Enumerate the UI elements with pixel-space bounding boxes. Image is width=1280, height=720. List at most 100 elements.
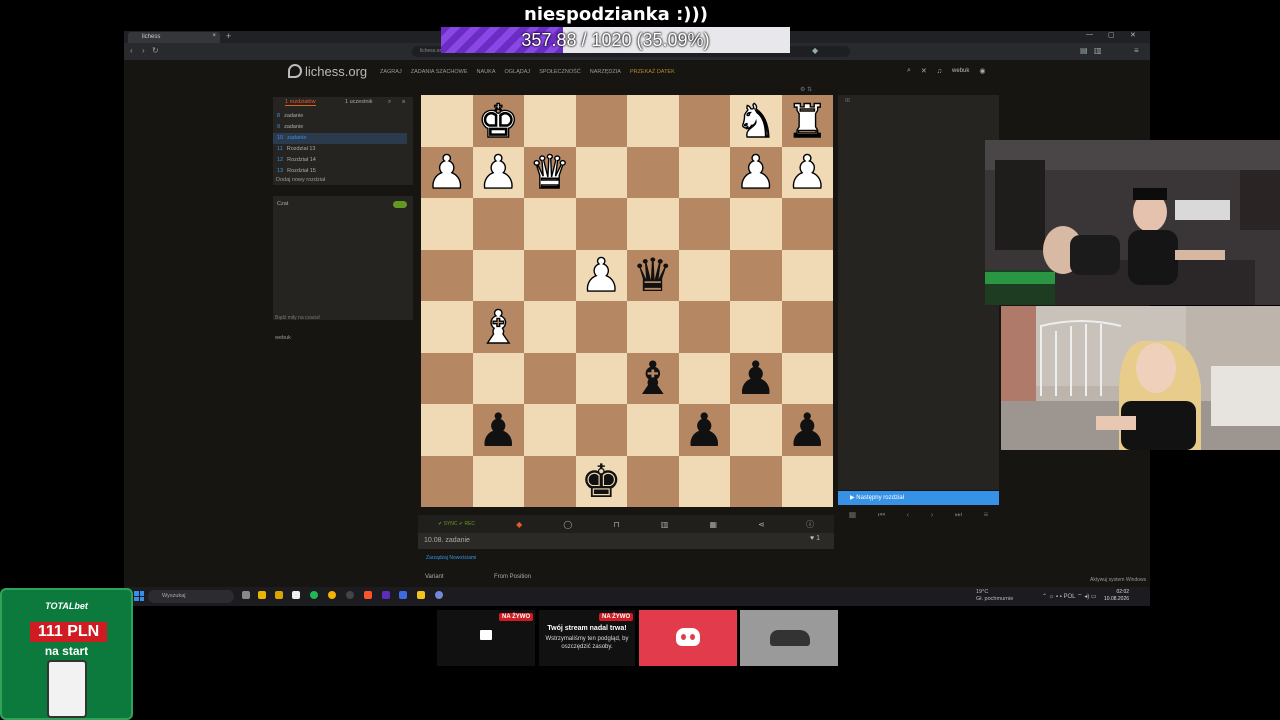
board-square[interactable] <box>421 301 473 353</box>
next-chapter-button[interactable]: ▶ Następny rozdział <box>838 491 999 505</box>
board-square[interactable] <box>678 198 730 250</box>
board-square[interactable] <box>524 301 576 353</box>
chapter-search-icon[interactable]: ⌕ <box>388 99 391 106</box>
app-icon[interactable] <box>399 591 407 599</box>
weather-widget[interactable]: 19°C Gł. pochmurnie <box>976 589 1013 603</box>
chapter-item[interactable]: 12 Rozdział 14 <box>273 155 407 166</box>
brave-shield-icon[interactable]: ◆ <box>812 46 818 55</box>
chess-board[interactable]: ♚ ♞ ♜ ♟ ♟ ♛ ♟ ♟ ♟ ♛ ♝ ♝ ♟ ♟ ♟ ♟ ♚ <box>421 95 833 507</box>
minimize-icon[interactable]: — <box>1086 31 1093 38</box>
board-square[interactable] <box>627 404 679 456</box>
forward-icon[interactable]: › <box>142 46 145 55</box>
board-square[interactable] <box>524 198 576 250</box>
chrome-icon[interactable] <box>328 591 336 599</box>
nav-community[interactable]: SPOŁECZNOŚĆ <box>539 69 581 79</box>
board-square[interactable] <box>524 455 576 507</box>
chapter-item[interactable]: 8 zadanie <box>273 111 407 122</box>
chat-toggle[interactable] <box>393 201 407 208</box>
folder-icon[interactable] <box>275 591 283 599</box>
like-counter[interactable]: ♥ 1 <box>810 535 820 542</box>
board-square[interactable]: ♝ <box>472 301 524 353</box>
white-queen-piece[interactable]: ♛ <box>528 149 571 196</box>
search-icon[interactable]: ⌕ <box>907 67 911 75</box>
white-pawn-piece[interactable]: ♟ <box>734 149 777 196</box>
white-bishop-piece[interactable]: ♝ <box>477 303 520 350</box>
board-square[interactable] <box>781 455 833 507</box>
system-tray[interactable]: ⌃ ☼ ▪ ▪ POL ⌔ ◂) ▭ <box>1042 592 1097 600</box>
glyph-icon[interactable]: ⊓ <box>613 520 619 529</box>
comment-icon[interactable]: ◯ <box>563 520 572 529</box>
move-menu-icon[interactable]: ≡ <box>984 510 989 524</box>
nav-watch[interactable]: OGLĄDAJ <box>505 69 531 79</box>
chat-input[interactable]: Bądź miły na czacie! <box>275 315 321 321</box>
board-square[interactable] <box>730 249 782 301</box>
brave-icon[interactable] <box>364 591 372 599</box>
sync-rec-toggles[interactable]: ✔ SYNC ✔ REC <box>438 521 475 527</box>
challenge-icon[interactable]: ✕ <box>921 67 927 75</box>
board-square[interactable]: ♟ <box>472 146 524 198</box>
store-icon[interactable] <box>292 591 300 599</box>
twitch-icon[interactable] <box>382 591 390 599</box>
board-square[interactable] <box>421 404 473 456</box>
new-tab-icon[interactable]: + <box>226 31 231 41</box>
chart-icon[interactable]: ▥ <box>661 520 669 529</box>
board-square[interactable]: ♟ <box>421 146 473 198</box>
board-square[interactable] <box>575 352 627 404</box>
board-settings-icon[interactable]: ⚙ ⇅ <box>800 86 812 93</box>
board-square[interactable] <box>678 249 730 301</box>
info-icon[interactable]: ⓘ <box>806 519 814 530</box>
chapter-item[interactable]: 11 Rozdział 13 <box>273 144 407 155</box>
share-icon[interactable]: ⋖ <box>758 520 765 529</box>
nav-play[interactable]: ZAGRAJ <box>380 69 402 79</box>
last-move-icon[interactable]: ⏭ <box>955 510 962 524</box>
board-square[interactable]: ♟ <box>472 404 524 456</box>
board-square[interactable]: ♞ <box>730 95 782 147</box>
board-square[interactable] <box>678 95 730 147</box>
discord-card[interactable] <box>639 610 737 666</box>
board-square[interactable]: ♟ <box>575 249 627 301</box>
board-square[interactable] <box>627 301 679 353</box>
sidebar-icon[interactable]: ▥ <box>1094 46 1102 55</box>
user-avatar-icon[interactable]: ◉ <box>979 67 985 75</box>
board-square[interactable] <box>524 404 576 456</box>
file-explorer-icon[interactable] <box>258 591 266 599</box>
board-square[interactable] <box>421 352 473 404</box>
chapter-item[interactable]: 10 zadanie <box>273 133 407 144</box>
promo-banner[interactable]: TOTALbet 111 PLN na start <box>0 588 133 720</box>
board-square[interactable] <box>730 455 782 507</box>
black-pawn-piece[interactable]: ♟ <box>787 407 828 453</box>
notification-bell-icon[interactable]: ♫ <box>937 68 942 75</box>
board-square[interactable] <box>678 146 730 198</box>
board-square[interactable] <box>472 455 524 507</box>
board-square[interactable] <box>575 198 627 250</box>
edit-link[interactable]: Zarządzaj Nowościami <box>426 555 476 561</box>
board-square[interactable]: ♟ <box>730 146 782 198</box>
nav-puzzles[interactable]: ZADANIA SZACHOWE <box>411 69 468 79</box>
board-square[interactable]: ♟ <box>781 146 833 198</box>
board-square[interactable] <box>472 352 524 404</box>
nav-tools[interactable]: NARZĘDZIA <box>590 69 621 79</box>
board-square[interactable] <box>730 404 782 456</box>
board-square[interactable] <box>781 249 833 301</box>
white-king-piece[interactable]: ♚ <box>477 97 520 144</box>
white-pawn-piece[interactable]: ♟ <box>786 149 829 196</box>
board-square[interactable] <box>575 146 627 198</box>
white-pawn-piece[interactable]: ♟ <box>425 149 468 196</box>
tab-close-icon[interactable]: × <box>212 33 216 39</box>
board-square[interactable] <box>627 198 679 250</box>
tab-members[interactable]: 1 uczestnik <box>345 99 373 105</box>
board-square[interactable] <box>524 95 576 147</box>
board-square[interactable] <box>421 198 473 250</box>
stream-status-card[interactable]: NA ŻYWO NA ŻYWO Twój stream nadal trwa! … <box>499 610 635 666</box>
add-chapter-button[interactable]: Dodaj nowy rozdział <box>276 177 325 183</box>
board-square[interactable] <box>781 352 833 404</box>
board-square[interactable] <box>575 404 627 456</box>
board-square[interactable] <box>524 352 576 404</box>
board-square[interactable] <box>627 95 679 147</box>
black-pawn-piece[interactable]: ♟ <box>735 355 776 401</box>
board-square[interactable] <box>421 95 473 147</box>
grid-icon[interactable]: ▦ <box>710 520 718 529</box>
board-square[interactable] <box>781 198 833 250</box>
board-square[interactable] <box>627 455 679 507</box>
first-move-icon[interactable]: ⏮ <box>878 510 885 524</box>
